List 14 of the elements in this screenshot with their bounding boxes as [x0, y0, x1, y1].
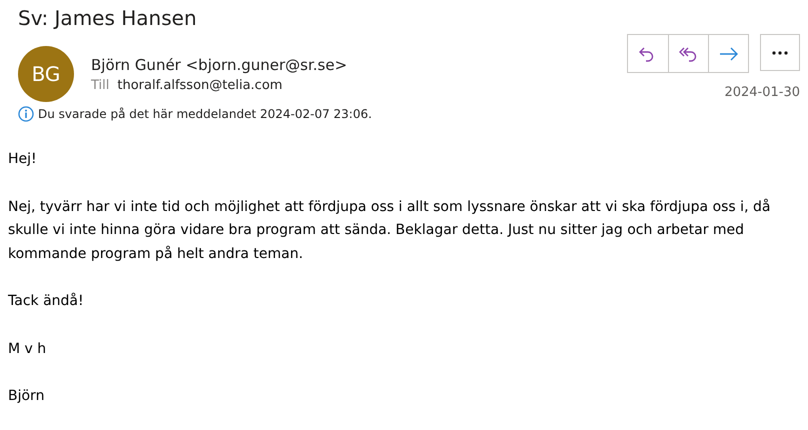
email-date: 2024-01-30 — [724, 85, 800, 100]
body-paragraph: Tack ändå! — [8, 292, 85, 311]
body-paragraph: M v h — [8, 340, 48, 358]
avatar-initials: BG — [32, 62, 60, 86]
email-subject: Sv: James Hansen — [18, 5, 198, 32]
body-paragraph: Nej, tyvärr har vi inte tid och möjlighet att fördjupa oss i allt som lyssnare önskar att vi ska fördjupa oss i, då skulle vi inte hinna göra vidare bra program att sända. Beklagar detta. Just nu sitter jag och arbetar med kommande program på helt andra teman. — [8, 198, 772, 264]
more-icon — [772, 50, 788, 54]
recipient-address[interactable]: thoralf.alfsson@telia.com — [117, 76, 282, 96]
body-paragraph: Björn — [8, 387, 46, 406]
to-label: Till — [91, 77, 110, 95]
sender-name[interactable]: Björn Gunér <bjorn.guner@sr.se> — [91, 55, 627, 75]
body-paragraph: Hej! — [8, 150, 38, 169]
info-icon — [18, 106, 34, 122]
reply-notice: Du svarade på det här meddelandet 2024-02-07 23:06. — [38, 107, 372, 121]
